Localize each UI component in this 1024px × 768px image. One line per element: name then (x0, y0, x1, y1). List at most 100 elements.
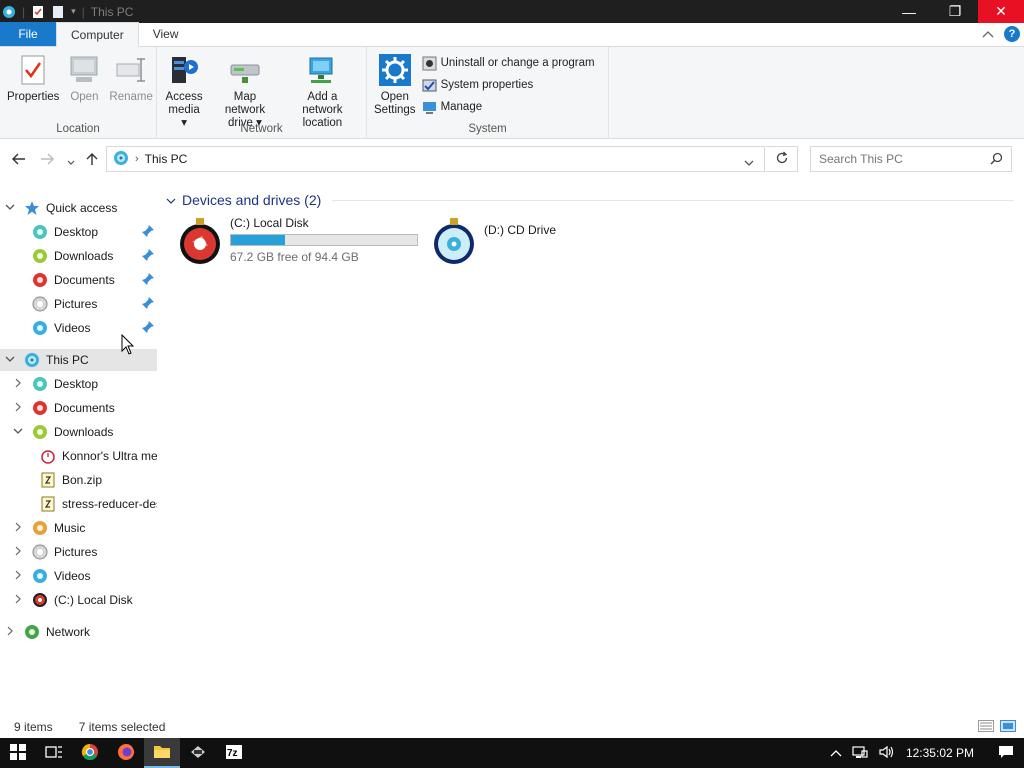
taskbar-7zip[interactable]: 7z (216, 738, 252, 768)
desktop-icon (32, 376, 48, 392)
taskbar-firefox[interactable] (108, 738, 144, 768)
drive-name: (C:) Local Disk (230, 216, 309, 230)
large-icons-view-icon[interactable] (1000, 720, 1016, 735)
status-bar: 9 items 7 items selected (0, 716, 1024, 738)
pictures-icon (32, 296, 48, 312)
ribbon-group-system: Open Settings Uninstall or change a prog… (367, 47, 609, 139)
pin-icon[interactable] (141, 224, 155, 241)
taskbar-file-explorer[interactable] (144, 738, 180, 768)
taskbar-chrome[interactable] (72, 738, 108, 768)
this-pc-icon[interactable] (2, 5, 16, 19)
collapse-ribbon-icon[interactable] (982, 27, 994, 41)
tab-view[interactable]: View (139, 22, 193, 46)
pin-icon[interactable] (141, 296, 155, 313)
back-arrow-icon[interactable] (12, 152, 26, 168)
expand-chevron-icon[interactable] (12, 570, 24, 582)
minimize-button[interactable]: — (886, 0, 932, 23)
nav-download-item[interactable]: Bon.zip (0, 469, 157, 491)
star-icon (24, 200, 40, 216)
ribbon-group-location: Properties Open Rename Location (0, 47, 157, 139)
expand-chevron-icon[interactable] (12, 594, 24, 606)
address-dropdown-icon[interactable] (744, 156, 754, 170)
network-icon (24, 624, 40, 640)
uninstall-icon (422, 56, 437, 71)
network-status-icon[interactable] (852, 745, 868, 762)
drive-c[interactable]: (C:) Local Disk 67.2 GB free of 94.4 GB (178, 216, 418, 269)
nav-pc-item-desktop[interactable]: Desktop (0, 373, 157, 395)
recent-locations-icon[interactable] (67, 153, 75, 169)
uninstall-program-button[interactable]: Uninstall or change a program (422, 55, 595, 71)
collapse-chevron-icon[interactable] (4, 203, 16, 213)
refresh-button[interactable] (766, 146, 798, 172)
svg-text:7z: 7z (227, 748, 238, 759)
nav-pc-item-pictures[interactable]: Pictures (0, 541, 157, 563)
nav-quick-item-documents[interactable]: Documents (0, 269, 157, 291)
nav-quick-item-pictures[interactable]: Pictures (0, 293, 157, 315)
tab-computer[interactable]: Computer (56, 22, 139, 47)
drive-name: (D:) CD Drive (484, 223, 556, 237)
expand-chevron-icon[interactable] (12, 402, 24, 414)
search-input[interactable]: Search This PC (810, 146, 1012, 172)
nav-download-item[interactable]: stress-reducer-des (0, 493, 157, 515)
properties-icon[interactable] (31, 5, 45, 19)
seven-zip-icon: 7z (225, 744, 243, 763)
navigation-pane: Quick access Desktop Downloads Documents… (0, 195, 157, 715)
nav-pc-item-videos[interactable]: Videos (0, 565, 157, 587)
search-icon[interactable] (990, 152, 1003, 168)
task-view-button[interactable] (36, 738, 72, 768)
nav-pc-item-documents[interactable]: Documents (0, 397, 157, 419)
item-count: 9 items (14, 720, 53, 734)
expand-chevron-icon[interactable] (4, 626, 16, 638)
new-folder-icon[interactable] (51, 5, 65, 19)
expand-chevron-icon[interactable] (12, 546, 24, 558)
help-icon[interactable]: ? (1004, 26, 1020, 42)
task-view-icon (45, 745, 63, 762)
tab-file[interactable]: File (0, 22, 56, 46)
manage-icon (422, 100, 437, 115)
firefox-icon (117, 743, 135, 764)
start-button[interactable] (0, 738, 36, 768)
pin-icon[interactable] (141, 248, 155, 265)
details-view-icon[interactable] (978, 720, 994, 735)
mouse-cursor (121, 333, 135, 359)
collapse-chevron-icon[interactable] (12, 427, 24, 437)
nav-network[interactable]: Network (0, 621, 157, 643)
nav-quick-item-desktop[interactable]: Desktop (0, 221, 157, 243)
collapse-chevron-icon[interactable] (4, 355, 16, 365)
expand-chevron-icon[interactable] (12, 522, 24, 534)
system-properties-button[interactable]: System properties (422, 77, 595, 93)
system-properties-icon (422, 78, 437, 93)
breadcrumb-separator-icon[interactable]: › (135, 153, 139, 165)
customize-qat-icon[interactable]: ▾ (71, 6, 76, 17)
address-bar[interactable]: › This PC (106, 146, 765, 172)
clock[interactable]: 12:35:02 PM (906, 746, 974, 760)
nav-download-item[interactable]: Konnor's Ultra me (0, 445, 157, 467)
pin-icon[interactable] (141, 272, 155, 289)
local-disk-icon (32, 592, 48, 608)
nav-pc-item-music[interactable]: Music (0, 517, 157, 539)
forward-arrow-icon[interactable] (40, 152, 54, 168)
close-button[interactable]: ✕ (978, 0, 1024, 23)
videos-icon (32, 320, 48, 336)
action-center-icon[interactable] (998, 745, 1014, 762)
nav-pc-item-downloads[interactable]: Downloads (0, 421, 157, 443)
group-collapse-icon[interactable] (166, 192, 176, 208)
selected-count: 7 items selected (78, 720, 166, 734)
maximize-button[interactable]: ❐ (932, 0, 978, 23)
nav-pc-item-local-disk[interactable]: (C:) Local Disk (0, 589, 157, 611)
breadcrumb[interactable]: This PC (145, 152, 188, 166)
expand-chevron-icon[interactable] (12, 378, 24, 390)
nav-quick-access[interactable]: Quick access (0, 197, 157, 219)
volume-icon[interactable] (878, 745, 896, 762)
show-hidden-icons-icon[interactable] (830, 746, 842, 760)
nav-quick-item-downloads[interactable]: Downloads (0, 245, 157, 267)
local-disk-icon (178, 216, 222, 269)
system-group-label: System (468, 123, 507, 135)
network-location-icon (305, 53, 339, 87)
taskbar-app[interactable] (180, 738, 216, 768)
zip-file-icon (40, 472, 56, 488)
up-arrow-icon[interactable] (86, 152, 98, 169)
drive-d[interactable]: (D:) CD Drive (432, 216, 556, 269)
manage-button[interactable]: Manage (422, 99, 595, 115)
pin-icon[interactable] (141, 320, 155, 337)
